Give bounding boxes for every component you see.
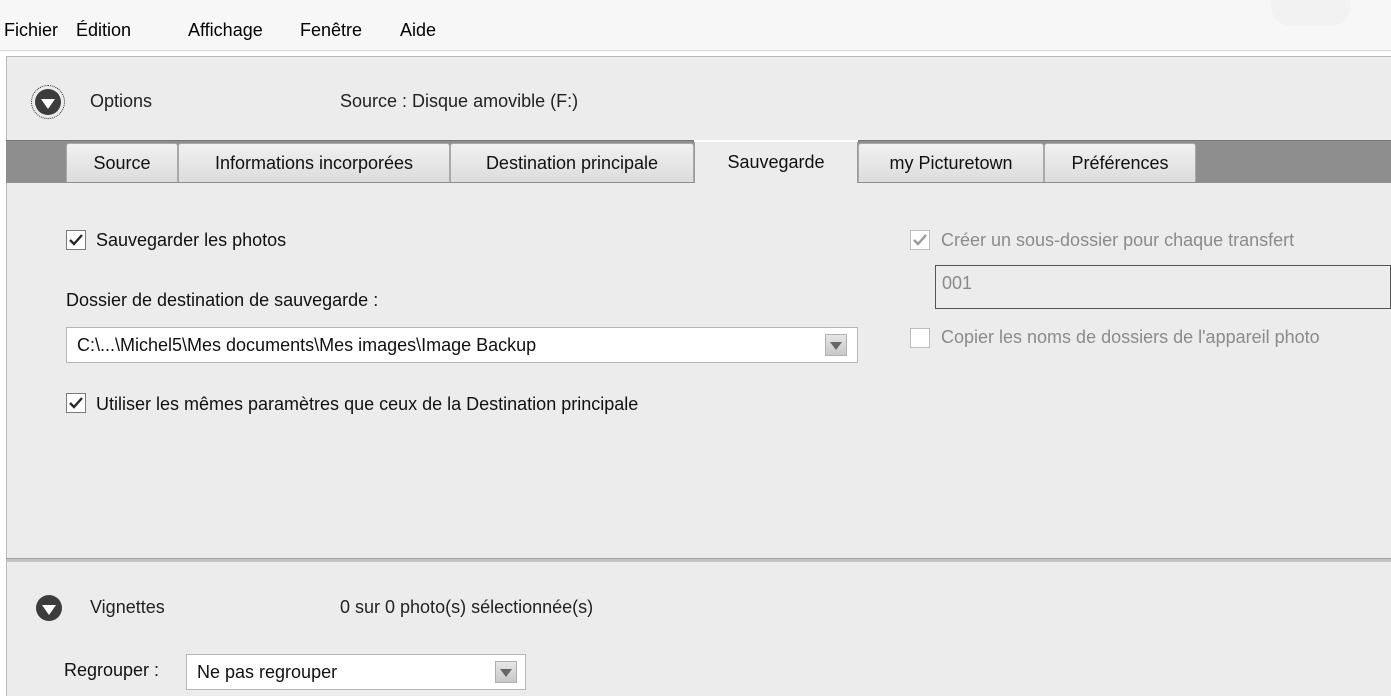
group-dropdown[interactable]: Ne pas regrouper xyxy=(186,654,526,690)
tab-destination-principale[interactable]: Destination principale xyxy=(450,143,694,182)
chevron-down-icon[interactable] xyxy=(495,661,517,683)
menu-aide[interactable]: Aide xyxy=(400,20,436,41)
decorative-bubble xyxy=(1271,0,1351,26)
thumbnails-section-label: Vignettes xyxy=(90,597,165,617)
dest-folder-label: Dossier de destination de sauvegarde : xyxy=(66,290,379,310)
menu-fichier[interactable]: Fichier xyxy=(4,20,58,41)
subfolder-name-value: 001 xyxy=(942,273,973,293)
checkmark-icon xyxy=(913,234,927,246)
tab-sauvegarde[interactable]: Sauvegarde xyxy=(694,140,858,183)
group-value: Ne pas regrouper xyxy=(197,662,338,682)
checkmark-icon xyxy=(69,234,83,246)
checkmark-icon xyxy=(69,397,83,409)
tab-my-picturetown[interactable]: my Picturetown xyxy=(858,143,1044,182)
same-params-label[interactable]: Utiliser les mêmes paramètres que ceux d… xyxy=(96,394,638,415)
options-section-label: Options xyxy=(90,91,153,111)
subfolder-name-field[interactable]: 001 xyxy=(935,265,1391,309)
selection-info: 0 sur 0 photo(s) sélectionnée(s) xyxy=(340,597,594,617)
menu-edition[interactable]: Édition xyxy=(76,20,131,41)
subfolder-checkbox[interactable] xyxy=(910,230,930,250)
same-params-checkbox[interactable] xyxy=(66,393,86,413)
menu-fenetre[interactable]: Fenêtre xyxy=(300,20,362,41)
subfolder-label[interactable]: Créer un sous-dossier pour chaque transf… xyxy=(941,230,1294,251)
copy-folder-names-checkbox[interactable] xyxy=(910,328,930,348)
chevron-down-icon[interactable] xyxy=(825,334,847,356)
dest-folder-value: C:\...\Michel5\Mes documents\Mes images\… xyxy=(77,335,537,355)
save-photos-checkbox[interactable] xyxy=(66,230,86,250)
menu-bar: Fichier Édition Affichage Fenêtre Aide xyxy=(0,0,1391,51)
group-label: Regrouper : xyxy=(64,660,160,680)
save-photos-label[interactable]: Sauvegarder les photos xyxy=(96,230,286,251)
tab-source[interactable]: Source xyxy=(66,143,178,182)
options-collapse-toggle-icon[interactable] xyxy=(31,85,65,119)
menu-affichage[interactable]: Affichage xyxy=(188,20,263,41)
tab-informations-incorporees[interactable]: Informations incorporées xyxy=(178,143,450,182)
source-info: Source : Disque amovible (F:) xyxy=(340,91,579,111)
thumbnails-collapse-toggle-icon[interactable] xyxy=(36,595,62,621)
section-divider[interactable] xyxy=(6,558,1391,562)
dest-folder-dropdown[interactable]: C:\...\Michel5\Mes documents\Mes images\… xyxy=(66,327,858,363)
tab-preferences[interactable]: Préférences xyxy=(1044,143,1196,182)
copy-folder-names-label[interactable]: Copier les noms de dossiers de l'apparei… xyxy=(941,327,1320,348)
